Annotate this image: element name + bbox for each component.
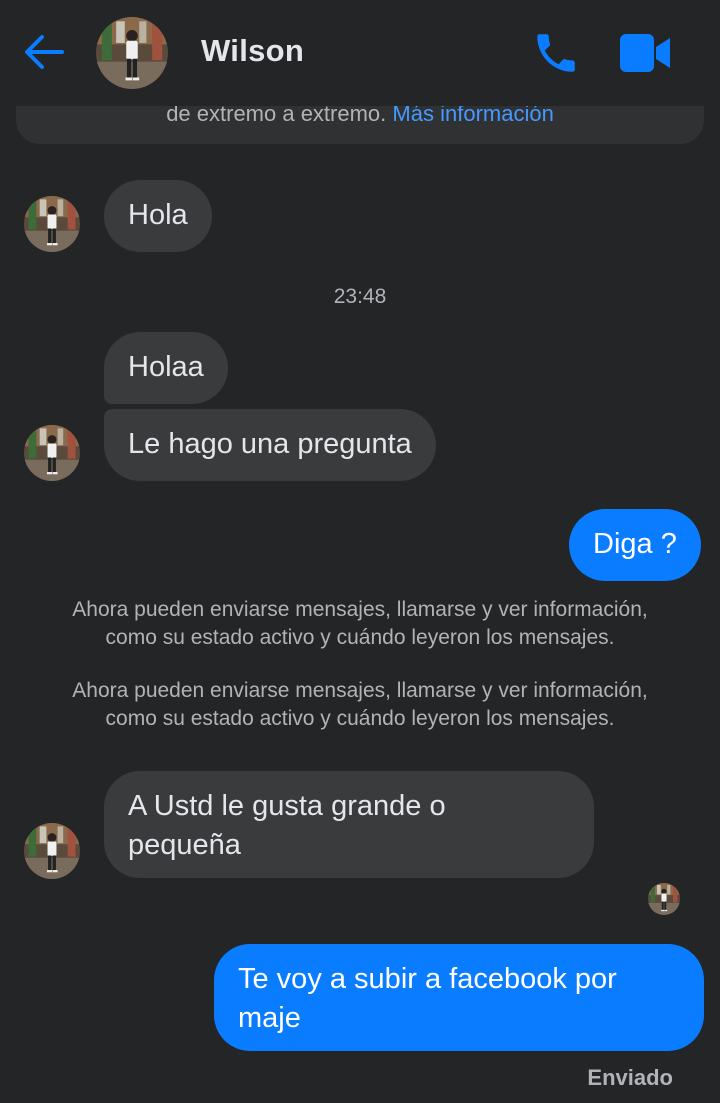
sent-status: Enviado [587,1065,673,1090]
system-message-line: Ahora pueden enviarse mensajes, llamarse… [72,598,648,621]
seen-indicator-avatar [648,883,680,915]
outgoing-message[interactable]: Te voy a subir a facebook por maje [214,944,704,1051]
system-message: Ahora pueden enviarse mensajes, llamarse… [20,596,700,652]
sender-avatar[interactable] [24,425,80,481]
system-message-line: como su estado activo y cuándo leyeron l… [105,626,615,649]
contact-avatar[interactable] [96,17,168,89]
message-line: A Ustd le gusta grande o [128,790,446,822]
chat-screen: de extremo a extremo. Más información Wi… [0,0,720,1103]
avatar-image [24,425,80,481]
timestamp: 23:48 [333,285,387,308]
arrow-left-icon [25,35,64,69]
phone-icon [537,34,575,72]
incoming-message[interactable]: Hola [104,180,212,252]
avatar-image [648,883,680,915]
sender-avatar[interactable] [24,196,80,252]
incoming-message[interactable]: A Ustd le gusta grande o pequeña [104,771,594,878]
message-line: pequeña [128,829,241,861]
avatar-image [24,196,80,252]
outgoing-message[interactable]: Diga ? [569,509,701,581]
voice-call-button[interactable] [530,28,582,78]
system-message-line: Ahora pueden enviarse mensajes, llamarse… [72,679,648,702]
avatar-image [24,823,80,879]
conversation-header: Wilson [0,0,720,106]
message-line: maje [238,1002,301,1034]
system-message-line: como su estado activo y cuándo leyeron l… [105,707,615,730]
back-button[interactable] [22,32,66,72]
contact-name[interactable]: Wilson [201,33,304,69]
incoming-message[interactable]: Holaa [104,332,228,404]
sender-avatar[interactable] [24,823,80,879]
message-line: Te voy a subir a facebook por [238,963,617,995]
video-camera-icon [620,34,670,72]
incoming-message[interactable]: Le hago una pregunta [104,409,436,481]
system-message: Ahora pueden enviarse mensajes, llamarse… [20,677,700,733]
video-call-button[interactable] [618,30,672,76]
avatar-image [96,17,168,89]
